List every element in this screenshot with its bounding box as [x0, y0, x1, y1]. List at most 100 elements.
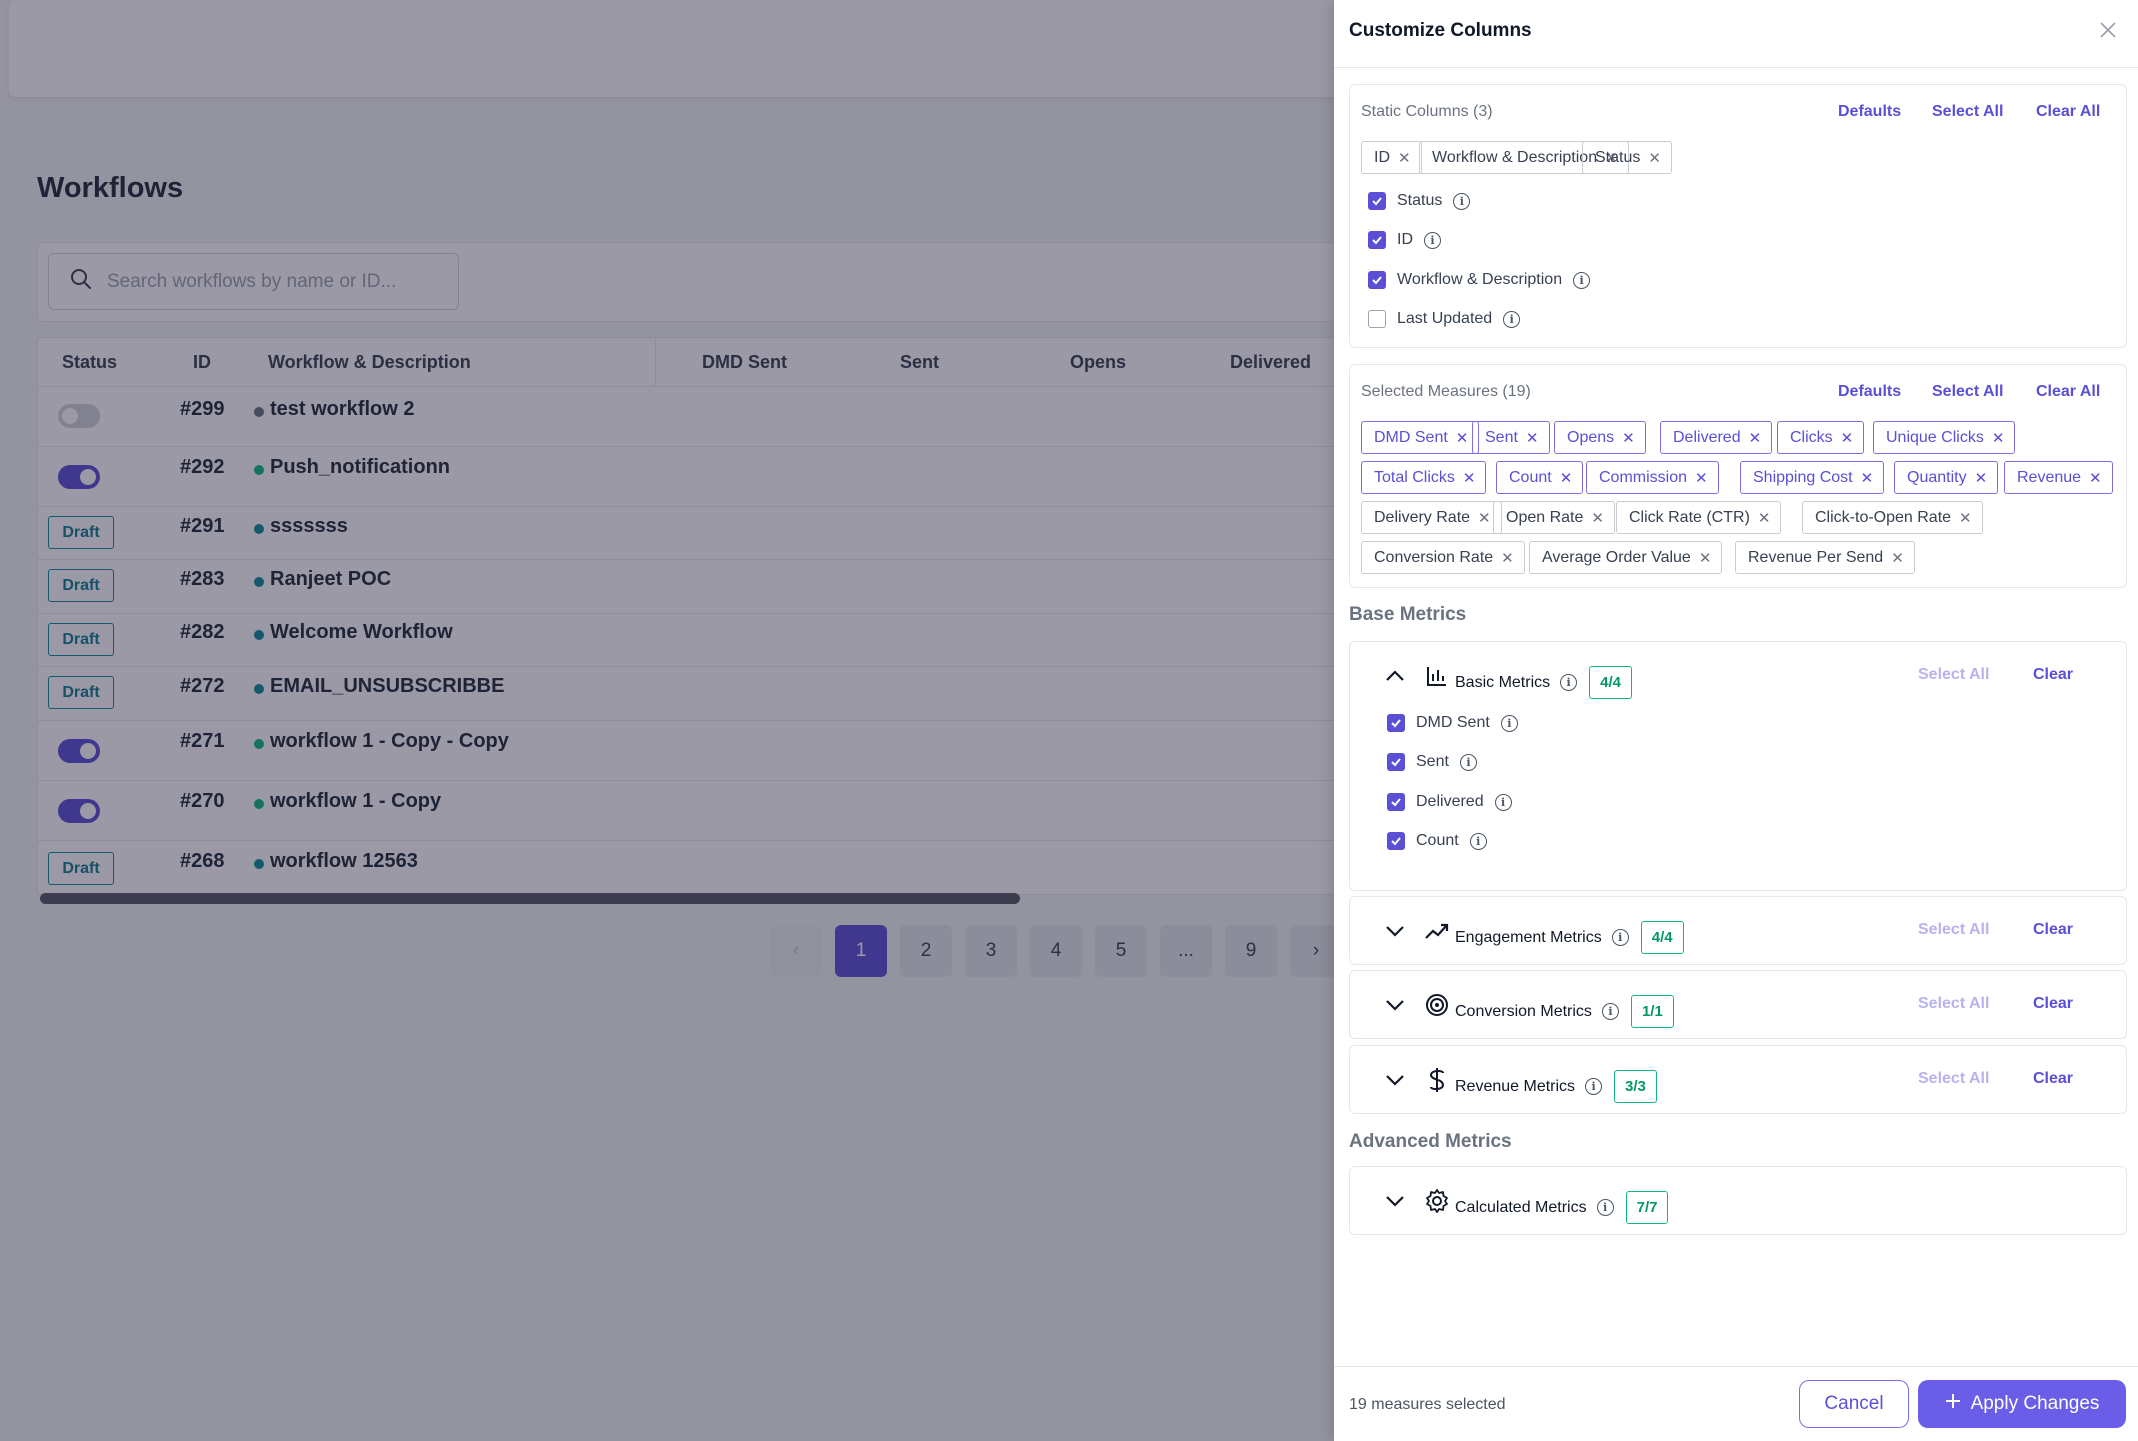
group-title: Basic Metrics i 4/4: [1455, 666, 1632, 699]
measure-chip: Quantity ✕: [1894, 461, 1999, 494]
remove-icon[interactable]: ✕: [1398, 149, 1411, 167]
measure-chip: Click Rate (CTR) ✕: [1616, 501, 1782, 534]
close-button[interactable]: [2094, 18, 2122, 46]
static-select-all-button[interactable]: Select All: [1932, 103, 2003, 121]
advanced-metrics-title: Advanced Metrics: [1349, 1131, 1512, 1152]
checkbox[interactable]: [1387, 714, 1405, 732]
measure-chip: Opens ✕: [1554, 421, 1646, 454]
chevron-down-icon[interactable]: [1383, 919, 1407, 943]
remove-icon[interactable]: ✕: [1841, 429, 1854, 447]
checkbox[interactable]: [1368, 231, 1386, 249]
remove-icon[interactable]: ✕: [1975, 469, 1988, 487]
info-icon[interactable]: i: [1560, 674, 1578, 691]
checkbox[interactable]: [1368, 310, 1386, 328]
remove-icon[interactable]: ✕: [1891, 549, 1904, 567]
group-title: Engagement Metrics i 4/4: [1455, 921, 1684, 954]
measure-chip: Conversion Rate ✕: [1361, 541, 1525, 574]
info-icon[interactable]: i: [1500, 714, 1518, 732]
measure-chip: Revenue Per Send ✕: [1735, 541, 1915, 574]
metric-option[interactable]: Count i: [1387, 832, 1487, 850]
metric-option[interactable]: Sent i: [1387, 753, 1477, 771]
customize-columns-drawer: Customize Columns Static Columns (3) Def…: [1334, 0, 2138, 1441]
remove-icon[interactable]: ✕: [1501, 549, 1514, 567]
group-title: Revenue Metrics i 3/3: [1455, 1070, 1657, 1103]
checkbox[interactable]: [1368, 271, 1386, 289]
chevron-down-icon[interactable]: [1383, 1068, 1407, 1092]
remove-icon[interactable]: ✕: [1758, 509, 1771, 527]
measures-clear-all-button[interactable]: Clear All: [2036, 383, 2100, 401]
remove-icon[interactable]: ✕: [1699, 549, 1712, 567]
metric-option[interactable]: Delivered i: [1387, 793, 1512, 811]
group-header[interactable]: Calculated Metrics i 7/7: [1350, 1167, 2128, 1235]
static-defaults-button[interactable]: Defaults: [1838, 103, 1901, 121]
selected-measures-card: Selected Measures (19) Defaults Select A…: [1349, 364, 2127, 588]
basic-metrics-group: Basic Metrics i 4/4 Select All Clear DMD…: [1349, 641, 2127, 891]
remove-icon[interactable]: ✕: [2089, 469, 2102, 487]
group-select-all-button[interactable]: Select All: [1918, 666, 1989, 684]
info-icon[interactable]: i: [1459, 753, 1477, 771]
static-option-status[interactable]: Status i: [1368, 192, 1471, 210]
static-columns-label: Static Columns (3): [1361, 103, 1493, 120]
remove-icon[interactable]: ✕: [1526, 429, 1539, 447]
checkbox[interactable]: [1387, 793, 1405, 811]
gear-icon: [1424, 1188, 1450, 1214]
info-icon[interactable]: i: [1585, 1078, 1603, 1095]
remove-icon[interactable]: ✕: [1992, 429, 2005, 447]
group-header[interactable]: Engagement Metrics i 4/4 Select All Clea…: [1350, 897, 2128, 965]
group-clear-button[interactable]: Clear: [2033, 921, 2073, 939]
measure-chip: Delivered ✕: [1660, 421, 1773, 454]
remove-icon[interactable]: ✕: [1478, 509, 1491, 527]
group-select-all-button[interactable]: Select All: [1918, 921, 1989, 939]
count-badge: 4/4: [1589, 666, 1632, 699]
group-clear-button[interactable]: Clear: [2033, 995, 2073, 1013]
info-icon[interactable]: i: [1469, 832, 1487, 850]
info-icon[interactable]: i: [1424, 231, 1441, 249]
measure-chip: Revenue ✕: [2004, 461, 2113, 494]
group-header[interactable]: Conversion Metrics i 1/1 Select All Clea…: [1350, 971, 2128, 1039]
measure-chip: Average Order Value ✕: [1529, 541, 1723, 574]
measure-chip: Count ✕: [1496, 461, 1584, 494]
static-option-last-updated[interactable]: Last Updated i: [1368, 310, 1521, 328]
remove-icon[interactable]: ✕: [1456, 429, 1469, 447]
info-icon[interactable]: i: [1573, 271, 1591, 289]
group-header[interactable]: Revenue Metrics i 3/3 Select All Clear: [1350, 1046, 2128, 1114]
group-clear-button[interactable]: Clear: [2033, 666, 2073, 684]
measures-select-all-button[interactable]: Select All: [1932, 383, 2003, 401]
remove-icon[interactable]: ✕: [1622, 429, 1635, 447]
apply-changes-button[interactable]: Apply Changes: [1918, 1380, 2126, 1428]
remove-icon[interactable]: ✕: [1695, 469, 1708, 487]
measures-defaults-button[interactable]: Defaults: [1838, 383, 1901, 401]
chevron-down-icon[interactable]: [1383, 993, 1407, 1017]
static-option-workflow[interactable]: Workflow & Description i: [1368, 271, 1591, 289]
remove-icon[interactable]: ✕: [1749, 429, 1762, 447]
checkbox[interactable]: [1387, 753, 1405, 771]
remove-icon[interactable]: ✕: [1591, 509, 1604, 527]
remove-icon[interactable]: ✕: [1861, 469, 1874, 487]
static-clear-all-button[interactable]: Clear All: [2036, 103, 2100, 121]
info-icon[interactable]: i: [1596, 1199, 1614, 1216]
measure-chip: Shipping Cost ✕: [1740, 461, 1885, 494]
static-option-id[interactable]: ID i: [1368, 231, 1441, 249]
info-icon[interactable]: i: [1611, 929, 1629, 946]
group-clear-button[interactable]: Clear: [2033, 1070, 2073, 1088]
group-select-all-button[interactable]: Select All: [1918, 1070, 1989, 1088]
info-icon[interactable]: i: [1453, 192, 1471, 210]
measure-chip: Open Rate ✕: [1493, 501, 1615, 534]
info-icon[interactable]: i: [1494, 793, 1512, 811]
remove-icon[interactable]: ✕: [1959, 509, 1972, 527]
checkbox[interactable]: [1368, 192, 1386, 210]
metric-option[interactable]: DMD Sent i: [1387, 714, 1518, 732]
modal-backdrop[interactable]: [0, 0, 1334, 1441]
trending-up-icon: [1424, 918, 1450, 944]
group-header[interactable]: Basic Metrics i 4/4 Select All Clear: [1350, 642, 2128, 710]
group-select-all-button[interactable]: Select All: [1918, 995, 1989, 1013]
remove-icon[interactable]: ✕: [1463, 469, 1476, 487]
remove-icon[interactable]: ✕: [1560, 469, 1573, 487]
remove-icon[interactable]: ✕: [1648, 149, 1661, 167]
chevron-down-icon[interactable]: [1383, 1189, 1407, 1213]
checkbox[interactable]: [1387, 832, 1405, 850]
info-icon[interactable]: i: [1503, 310, 1521, 328]
info-icon[interactable]: i: [1601, 1003, 1619, 1020]
chevron-up-icon[interactable]: [1383, 664, 1407, 688]
cancel-button[interactable]: Cancel: [1799, 1380, 1909, 1428]
